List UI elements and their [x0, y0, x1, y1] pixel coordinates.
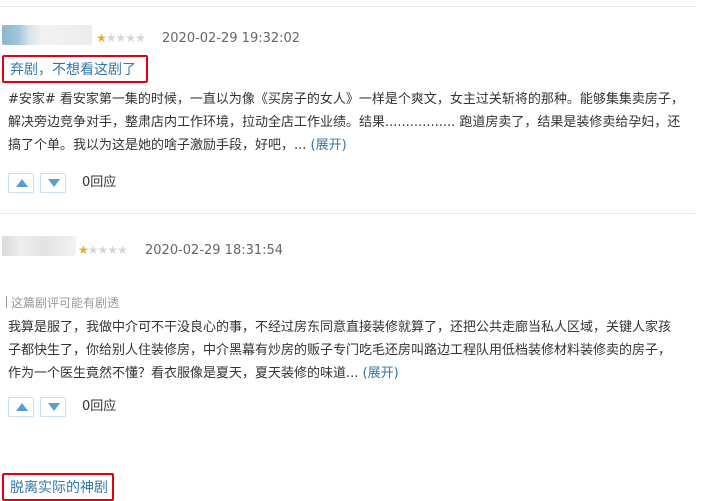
star-icon: ★: [115, 31, 127, 45]
star-icon: ★: [105, 31, 117, 45]
triangle-down-icon: [48, 179, 60, 187]
title-highlight-box: 弃剧，不想看这剧了: [2, 55, 148, 83]
spoiler-bar: [6, 296, 7, 308]
star-icon: ★: [78, 243, 89, 257]
reply-count[interactable]: 0回应: [82, 398, 116, 416]
triangle-down-icon: [48, 403, 60, 411]
triangle-up-icon: [16, 403, 28, 411]
review-body-line: 搞了个单。我以为这是她的啥子激励手段，好吧，...: [8, 138, 307, 153]
review-body: 我算是服了，我做中介可不干没良心的事，不经过房东同意直接装修就算了，还把公共走廊…: [8, 316, 688, 385]
review-date: 2020-02-29 19:32:02: [162, 31, 301, 46]
rating-stars: ★★★★★: [96, 31, 146, 45]
review-title[interactable]: 弃剧，不想看这剧了: [10, 61, 136, 79]
title-highlight-box: 脱离实际的神剧: [2, 473, 114, 501]
star-icon: ★: [87, 243, 99, 257]
vote-up-button[interactable]: [8, 397, 34, 417]
avatar[interactable]: [2, 25, 92, 45]
vote-up-button[interactable]: [8, 173, 34, 193]
review-body-line: 我算是服了，我做中介可不干没良心的事，不经过房东同意直接装修就算了，还把公共走廊…: [8, 320, 672, 335]
star-icon: ★: [135, 31, 146, 45]
review-body-line: #安家# 看安家第一集的时候，一直以为像《买房子的女人》一样是个爽文，女主过关斩…: [8, 92, 684, 107]
star-icon: ★: [107, 243, 118, 257]
expand-link[interactable]: (展开): [311, 138, 347, 153]
avatar[interactable]: [2, 236, 76, 256]
star-icon: ★: [117, 243, 128, 257]
star-icon: ★: [97, 243, 109, 257]
rating-stars: ★★★★★: [78, 243, 128, 257]
triangle-up-icon: [16, 179, 28, 187]
review-divider: [0, 213, 695, 214]
review-date: 2020-02-29 18:31:54: [145, 243, 284, 258]
reply-count[interactable]: 0回应: [82, 174, 116, 192]
star-icon: ★: [125, 31, 136, 45]
review-body-line: 解决旁边竞争对手，整肃店内工作环境，拉动全店工作业绩。结果...........…: [8, 115, 681, 130]
spoiler-note: 这篇剧评可能有剧透: [6, 295, 119, 311]
review-body-line: 作为一个医生竟然不懂？看衣服像是夏天，夏天装修的味道...: [8, 366, 359, 381]
vote-down-button[interactable]: [40, 173, 66, 193]
star-icon: ★: [96, 31, 107, 45]
vote-down-button[interactable]: [40, 397, 66, 417]
top-divider: [0, 6, 695, 7]
review-title[interactable]: 脱离实际的神剧: [10, 479, 108, 497]
review-body: #安家# 看安家第一集的时候，一直以为像《买房子的女人》一样是个爽文，女主过关斩…: [8, 88, 688, 157]
expand-link[interactable]: (展开): [363, 366, 399, 381]
review-body-line: 子都快生了，你给别人住装修房，中介黑幕有炒房的贩子专门吃毛还房叫路边工程队用低档…: [8, 343, 672, 358]
spoiler-text: 这篇剧评可能有剧透: [11, 296, 120, 310]
